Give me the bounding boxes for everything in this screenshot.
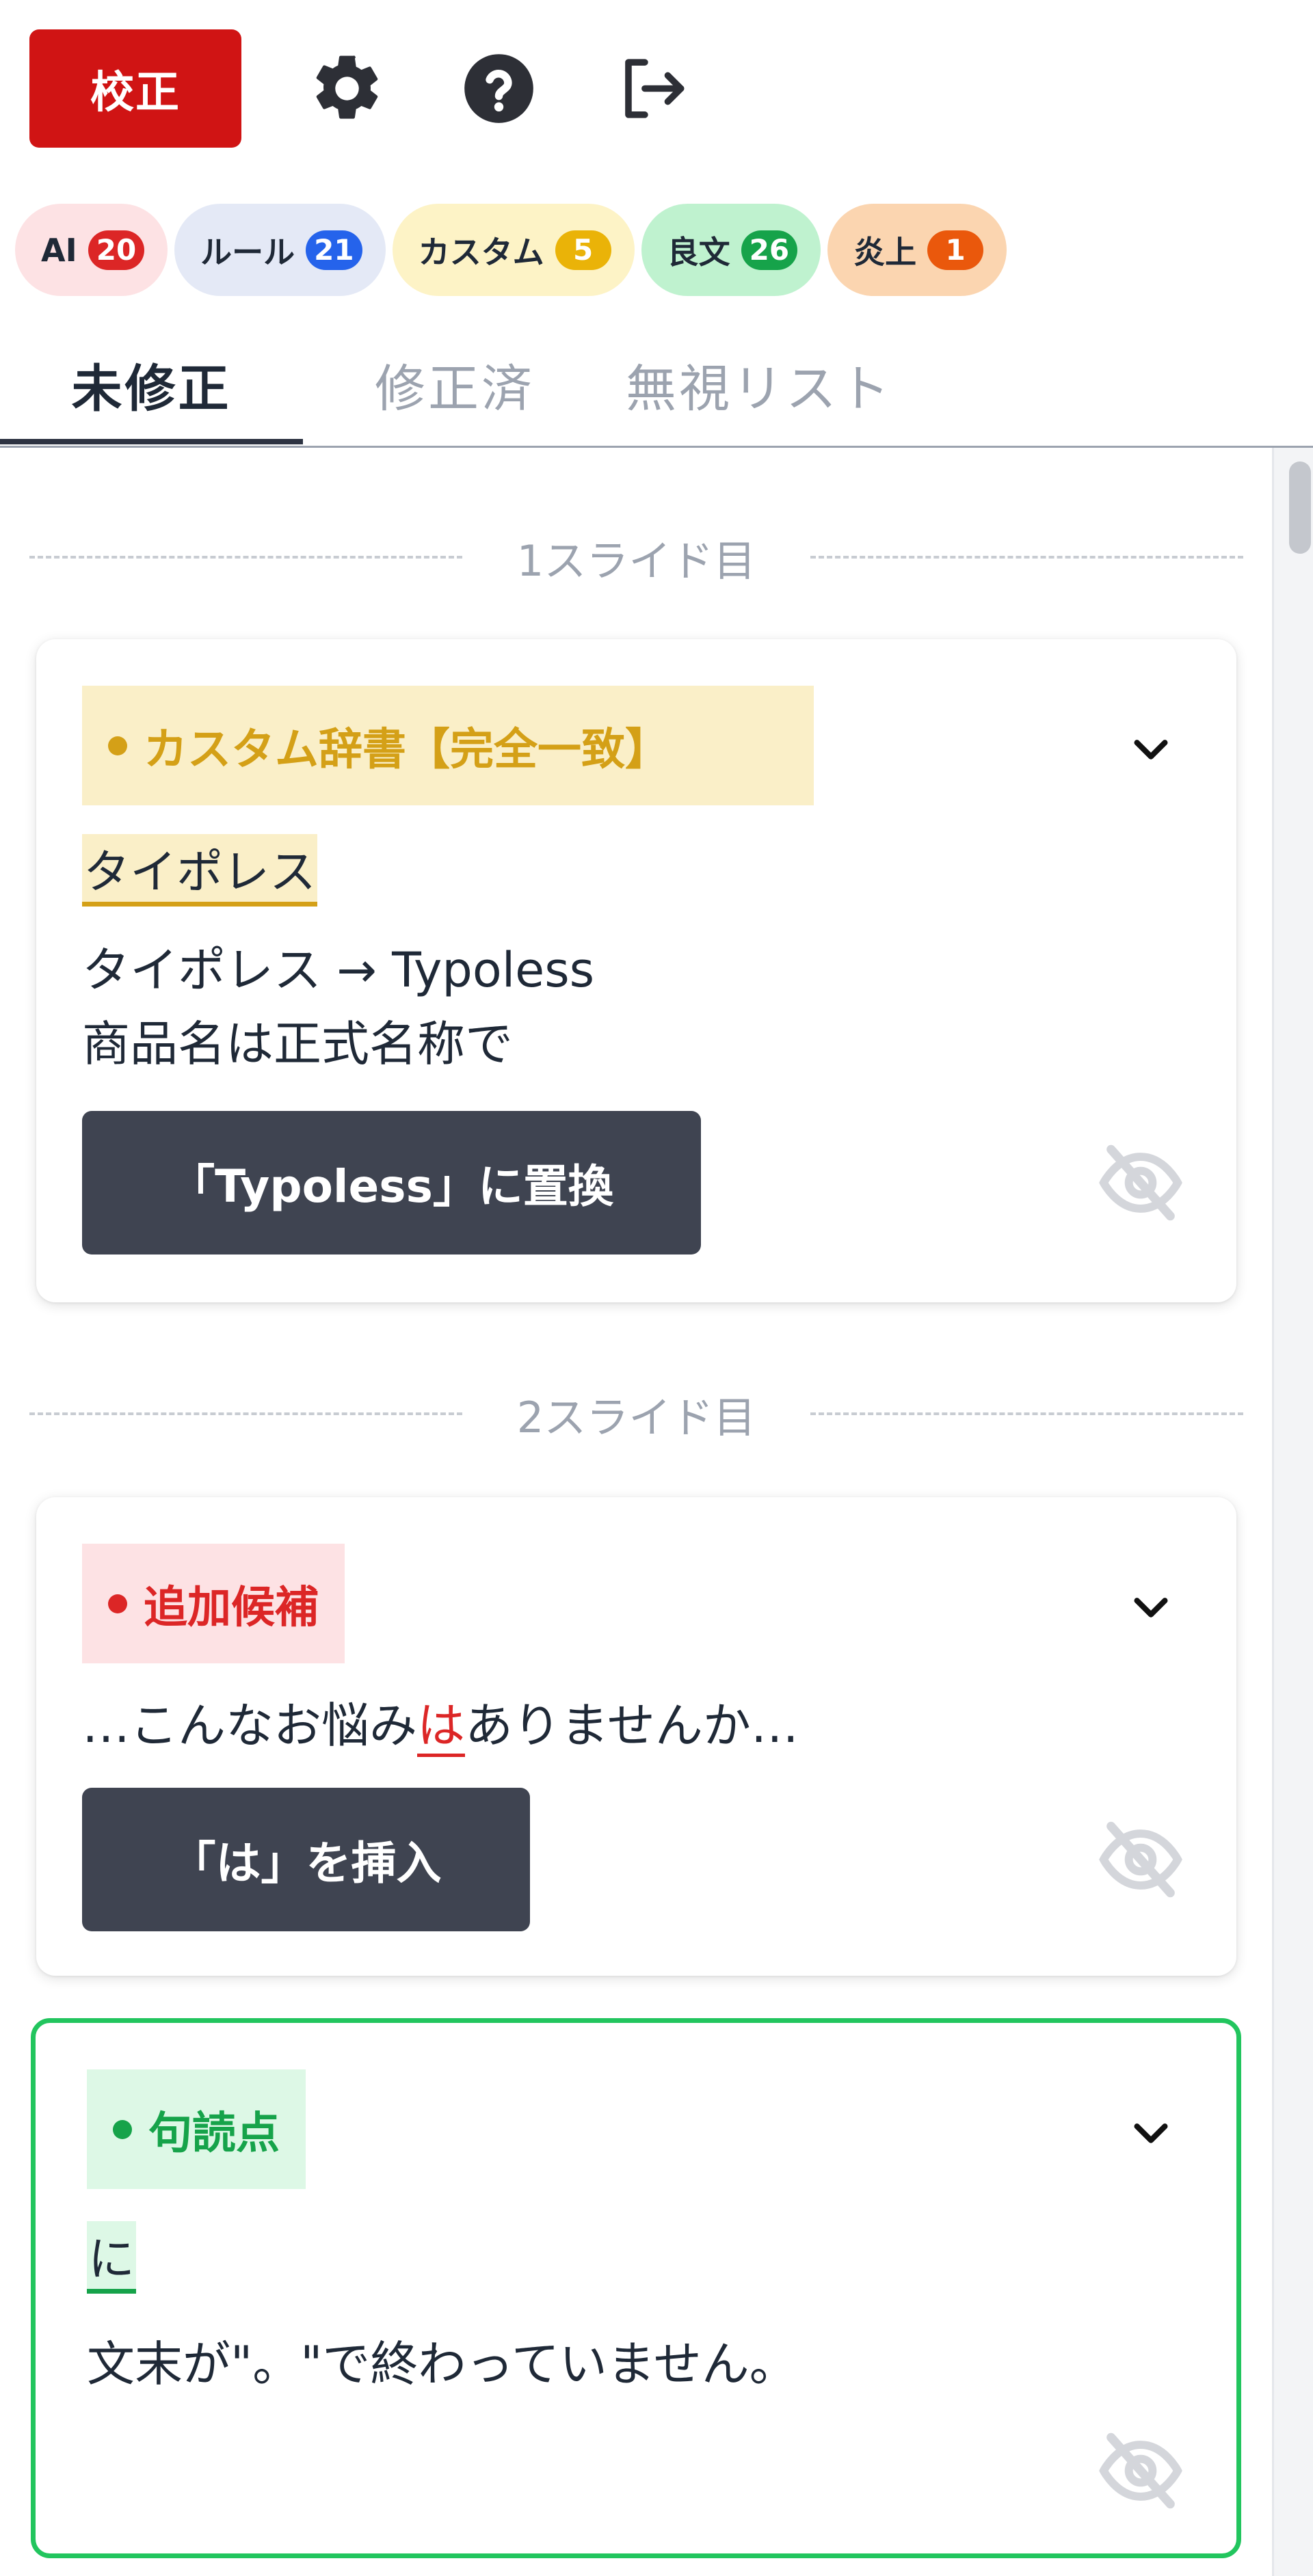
chip-label: 良文 [667, 233, 730, 271]
gear-icon[interactable] [308, 49, 386, 128]
context-text: …こんなお悩みはありませんか… [82, 1689, 799, 1762]
section-divider: 2スライド目 [29, 1386, 1244, 1443]
chip-count-badge: 1 [927, 230, 984, 270]
help-icon[interactable] [460, 49, 538, 128]
message-line: タイポレス → Typoless [82, 942, 595, 998]
dot-icon [108, 1594, 127, 1613]
suggestion-card-selected[interactable]: 句読点 に 文末が"。"で終わっていません。 [31, 2018, 1241, 2558]
context-highlight: は [417, 1698, 465, 1757]
chip-custom[interactable]: カスタム 5 [392, 204, 635, 296]
chip-count-badge: 5 [555, 230, 611, 270]
suggestion-card[interactable]: カスタム辞書【完全一致】 タイポレス タイポレス → Typoless 商品名は… [36, 639, 1236, 1302]
category-tag-label: 追加候補 [144, 1582, 319, 1633]
chip-label: カスタム [418, 233, 544, 271]
chip-good-sentence[interactable]: 良文 26 [641, 204, 821, 296]
chip-flame[interactable]: 炎上 1 [827, 204, 1007, 296]
context-after: ありませんか… [465, 1698, 799, 1754]
suggestion-card[interactable]: 追加候補 …こんなお悩みはありませんか… 「は」を挿入 [36, 1497, 1236, 1976]
suggestion-message: 文末が"。"で終わっていません。 [87, 2336, 797, 2392]
eye-off-icon[interactable] [1096, 1815, 1185, 1904]
category-tag: 追加候補 [82, 1544, 345, 1663]
tab-bar: 未修正 修正済 無視リスト [0, 321, 1313, 448]
section-label: 2スライド目 [516, 1393, 756, 1443]
scrollbar-thumb[interactable] [1289, 461, 1311, 554]
chip-rule[interactable]: ルール 21 [174, 204, 386, 296]
chip-label: 炎上 [853, 233, 917, 271]
dot-icon [108, 736, 127, 755]
suggestion-message: タイポレス → Typoless 商品名は正式名称で [82, 933, 594, 1081]
tab-fixed[interactable]: 修正済 [342, 321, 568, 448]
tab-ignored[interactable]: 無視リスト [602, 321, 916, 448]
chevron-down-icon[interactable] [1127, 2108, 1175, 2156]
proofread-button[interactable]: 校正 [29, 29, 241, 148]
scrollbar[interactable] [1272, 448, 1313, 2576]
chip-ai[interactable]: AI 20 [15, 204, 168, 296]
chip-count-badge: 26 [741, 230, 798, 270]
chevron-down-icon[interactable] [1127, 725, 1175, 773]
flagged-word: タイポレス [82, 834, 318, 907]
replace-button[interactable]: 「Typoless」に置換 [82, 1111, 701, 1255]
chip-label: AI [41, 231, 77, 269]
category-tag-label: カスタム辞書【完全一致】 [144, 724, 669, 775]
category-tag: 句読点 [87, 2069, 306, 2189]
context-before: …こんなお悩み [82, 1698, 417, 1754]
tab-unfixed[interactable]: 未修正 [0, 321, 303, 448]
chip-count-badge: 21 [306, 230, 362, 270]
insert-button[interactable]: 「は」を挿入 [82, 1788, 530, 1931]
eye-off-icon[interactable] [1096, 1138, 1185, 1227]
chevron-down-icon[interactable] [1127, 1583, 1175, 1631]
active-tab-indicator [0, 439, 303, 444]
category-tag: カスタム辞書【完全一致】 [82, 686, 814, 805]
toolbar: 校正 [0, 0, 1313, 185]
section-divider: 1スライド目 [29, 530, 1244, 586]
chip-count-badge: 20 [88, 230, 145, 270]
chip-label: ルール [200, 233, 295, 271]
category-tag-label: 句読点 [148, 2108, 280, 2159]
message-line: 商品名は正式名称で [82, 1016, 513, 1072]
section-label: 1スライド目 [516, 536, 756, 586]
category-filter-chips: AI 20 ルール 21 カスタム 5 良文 26 炎上 1 [15, 204, 1007, 296]
logout-icon[interactable] [612, 49, 691, 128]
eye-off-icon[interactable] [1096, 2426, 1185, 2515]
dot-icon [113, 2119, 132, 2139]
flagged-word: に [87, 2221, 137, 2294]
